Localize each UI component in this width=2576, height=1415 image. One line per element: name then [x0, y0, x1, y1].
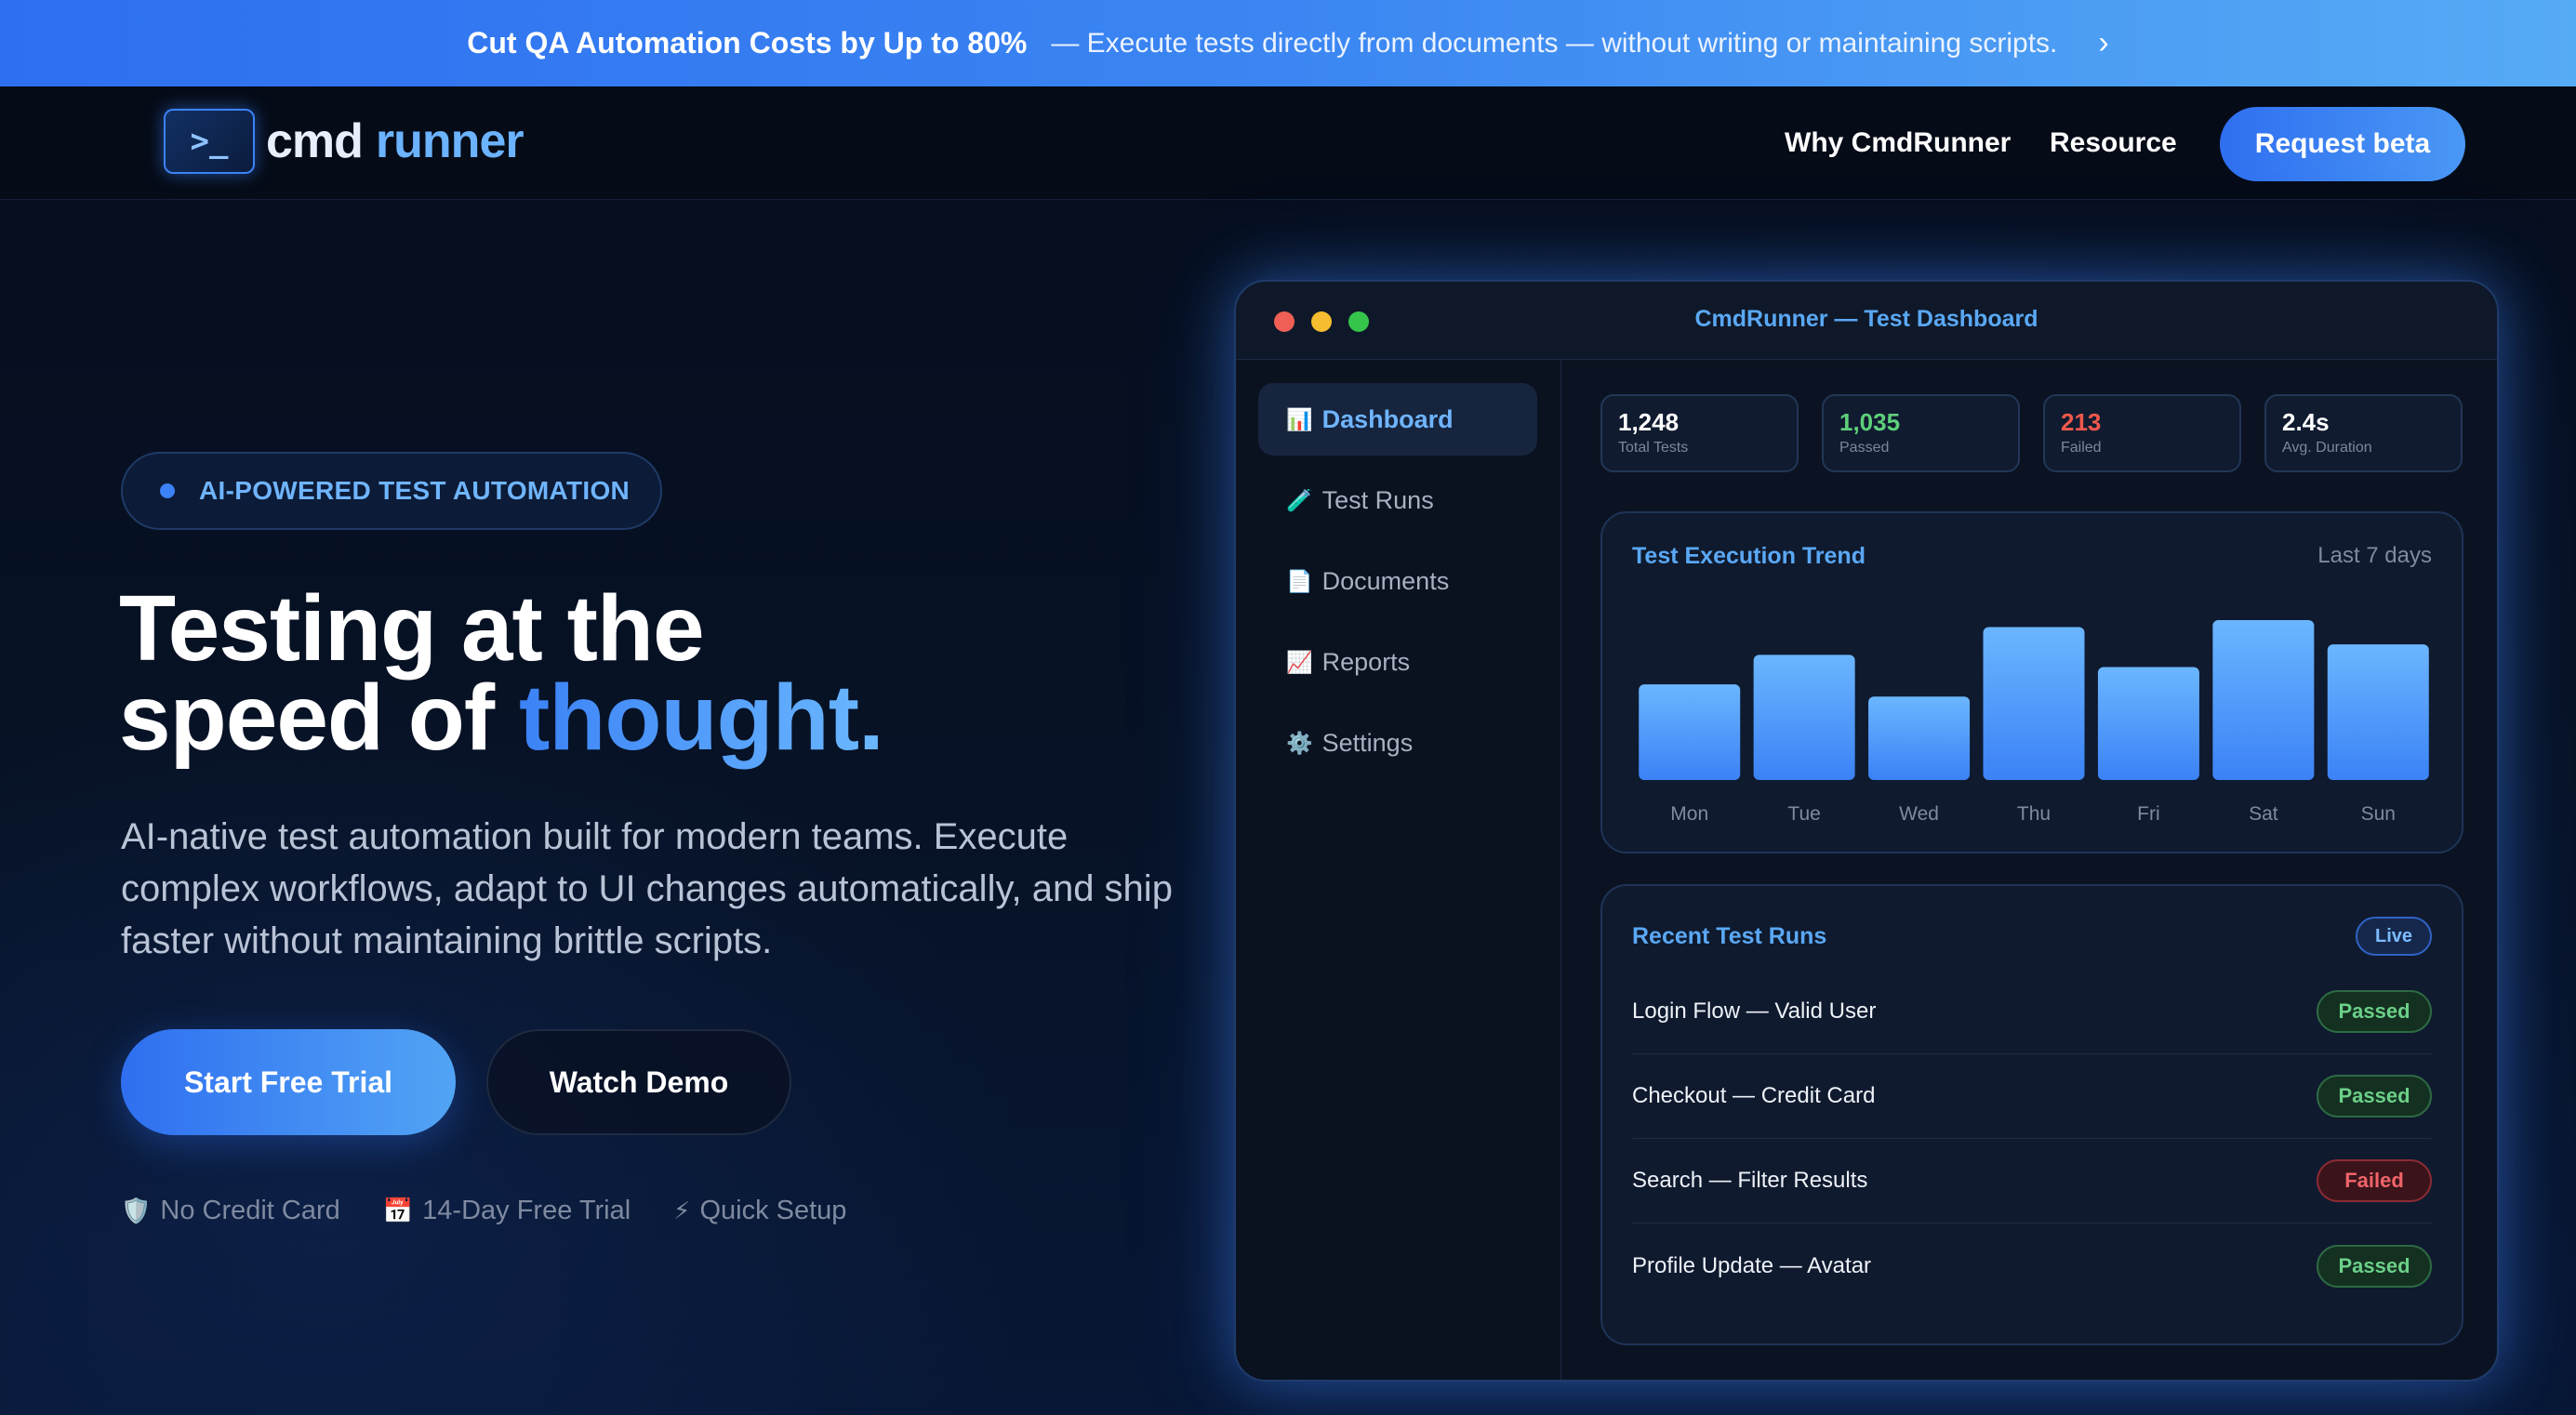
trend-bar-sun[interactable] — [2327, 644, 2429, 780]
dashboard-window: CmdRunner — Test Dashboard 📊 Dashboard 🧪… — [1234, 280, 2499, 1382]
sidebar-item-label: Documents — [1321, 566, 1450, 595]
trend-chart-card: Test Execution Trend Last 7 days Mon Tue W… — [1600, 511, 2463, 853]
watch-demo-button[interactable]: Watch Demo — [486, 1029, 791, 1135]
sidebar-item-dashboard[interactable]: 📊 Dashboard — [1258, 383, 1537, 456]
logo[interactable]: >_ cmd runner — [164, 108, 524, 175]
perk-label: 14-Day Free Trial — [422, 1196, 631, 1225]
stat-card-total-tests: 1,248 Total Tests — [1600, 394, 1799, 472]
test-run-name: Login Flow — Valid User — [1632, 998, 1877, 1024]
stat-label: Avg. Duration — [2282, 440, 2372, 456]
announcement-banner[interactable]: Cut QA Automation Costs by Up to 80% — E… — [0, 0, 2576, 86]
document-icon: 📄 — [1286, 568, 1313, 593]
stat-label: Passed — [1839, 440, 1890, 456]
perk-label: Quick Setup — [699, 1196, 847, 1225]
stat-value: 2.4s — [2282, 408, 2330, 436]
window-title-bar: CmdRunner — Test Dashboard — [1236, 282, 2497, 360]
trend-bar-tue[interactable] — [1753, 655, 1855, 780]
chevron-right-icon[interactable]: › — [2098, 25, 2108, 61]
request-beta-button[interactable]: Request beta — [2220, 107, 2465, 181]
status-badge: Passed — [2317, 990, 2432, 1033]
hero-title-accent: thought. — [518, 666, 884, 770]
perk-item: 🛡️ No Credit Card — [121, 1196, 340, 1226]
badge-label: AI-POWERED TEST AUTOMATION — [199, 476, 631, 505]
live-badge: Live — [2356, 917, 2432, 956]
nav-link-why-cmdrunner[interactable]: Why CmdRunner — [1785, 127, 2011, 159]
recent-runs-card: Recent Test Runs Live Login Flow — Valid… — [1600, 884, 2463, 1345]
recent-runs-title: Recent Test Runs — [1632, 923, 1827, 949]
badge-dot-icon — [160, 483, 175, 498]
perk-item: 📅 14-Day Free Trial — [383, 1196, 631, 1226]
trend-axis-label: Thu — [2017, 803, 2051, 825]
terminal-icon: >_ — [164, 109, 255, 174]
logo-wordmark: cmd runner — [266, 113, 524, 169]
gear-icon: ⚙️ — [1286, 730, 1313, 755]
nav-link-resource[interactable]: Resource — [2050, 127, 2177, 159]
perks-list: 🛡️ No Credit Card 📅 14-Day Free Trial ⚡ … — [121, 1196, 889, 1226]
trend-axis-label: Sat — [2249, 803, 2278, 825]
banner-text: — Execute tests directly from documents … — [1051, 27, 2058, 59]
hero-subtitle: AI-native test automation built for mode… — [121, 816, 1173, 961]
sidebar-item-label: Settings — [1321, 728, 1414, 757]
trend-bar-sat[interactable] — [2212, 619, 2315, 780]
top-nav: >_ cmd runner Why CmdRunner Resource Requ… — [0, 86, 2576, 200]
stat-value: 1,248 — [1618, 408, 1680, 436]
sidebar-item-label: Reports — [1321, 647, 1411, 676]
shield-icon: 🛡️ — [121, 1197, 152, 1224]
start-free-trial-button[interactable]: Start Free Trial — [121, 1029, 456, 1135]
logo-word-cmd: cmd — [266, 114, 364, 168]
sidebar-item-label: Test Runs — [1321, 485, 1434, 514]
status-badge: Passed — [2317, 1075, 2432, 1117]
sidebar-item-label: Dashboard — [1321, 404, 1454, 433]
hero-title-line2-plain: speed of — [119, 666, 519, 770]
trend-axis-label: Fri — [2137, 803, 2160, 825]
banner-headline: Cut QA Automation Costs by Up to 80% — [467, 26, 1028, 60]
trend-bar-thu[interactable] — [1983, 627, 2085, 780]
trend-axis-label: Mon — [1670, 803, 1708, 825]
status-badge: Failed — [2317, 1159, 2432, 1202]
test-run-name: Search — Filter Results — [1632, 1168, 1868, 1193]
stat-value: 213 — [2061, 408, 2102, 436]
trend-chart-icon: 📈 — [1286, 649, 1313, 674]
calendar-icon: 📅 — [382, 1197, 414, 1224]
hero-badge: AI-POWERED TEST AUTOMATION — [121, 452, 662, 530]
stat-value: 1,035 — [1839, 408, 1901, 436]
stat-card-passed: 1,035 Passed — [1822, 394, 2020, 472]
stat-label: Total Tests — [1618, 440, 1689, 456]
lightning-icon: ⚡ — [673, 1197, 691, 1224]
sidebar-item-settings[interactable]: ⚙️ Settings — [1258, 707, 1537, 779]
sidebar-item-reports[interactable]: 📈 Reports — [1258, 626, 1537, 698]
test-run-row[interactable]: Checkout — Credit Card Passed — [1632, 1054, 2432, 1139]
window-title: CmdRunner — Test Dashboard — [1694, 306, 2038, 332]
stat-label: Failed — [2061, 440, 2102, 456]
hero-title: Testing at the speed of thought. — [119, 582, 1142, 764]
perk-label: No Credit Card — [160, 1196, 340, 1225]
status-badge: Passed — [2317, 1244, 2432, 1288]
sidebar-item-documents[interactable]: 📄 Documents — [1258, 545, 1537, 617]
test-run-name: Checkout — Credit Card — [1632, 1083, 1876, 1108]
bar-chart-icon: 📊 — [1286, 406, 1313, 431]
trend-axis-label: Wed — [1899, 803, 1939, 825]
trend-bar-mon[interactable] — [1639, 684, 1741, 780]
trend-bar-chart: Mon Tue Wed Thu Fri Sat Sun — [1639, 619, 2429, 825]
perk-item: ⚡ Quick Setup — [673, 1196, 846, 1226]
trend-axis-label: Sun — [2361, 803, 2396, 825]
logo-word-runner: runner — [375, 114, 524, 168]
test-tube-icon: 🧪 — [1286, 487, 1313, 512]
dashboard-sidebar: 📊 Dashboard 🧪 Test Runs 📄 Documents 📈 Re… — [1236, 360, 1561, 1380]
trend-bar-fri[interactable] — [2097, 667, 2199, 780]
stat-card-failed: 213 Failed — [2043, 394, 2241, 472]
trend-axis-label: Tue — [1787, 803, 1820, 825]
landing-page: Cut QA Automation Costs by Up to 80% — E… — [0, 0, 2576, 1415]
test-run-name: Profile Update — Avatar — [1632, 1252, 1872, 1278]
test-run-row[interactable]: Login Flow — Valid User Passed — [1632, 970, 2432, 1054]
stat-card-avg-duration: 2.4s Avg. Duration — [2264, 394, 2463, 472]
test-run-row[interactable]: Profile Update — Avatar Passed — [1632, 1223, 2432, 1308]
trend-bar-wed[interactable] — [1868, 696, 1971, 780]
sidebar-item-test-runs[interactable]: 🧪 Test Runs — [1258, 464, 1537, 536]
test-run-row[interactable]: Search — Filter Results Failed — [1632, 1139, 2432, 1223]
